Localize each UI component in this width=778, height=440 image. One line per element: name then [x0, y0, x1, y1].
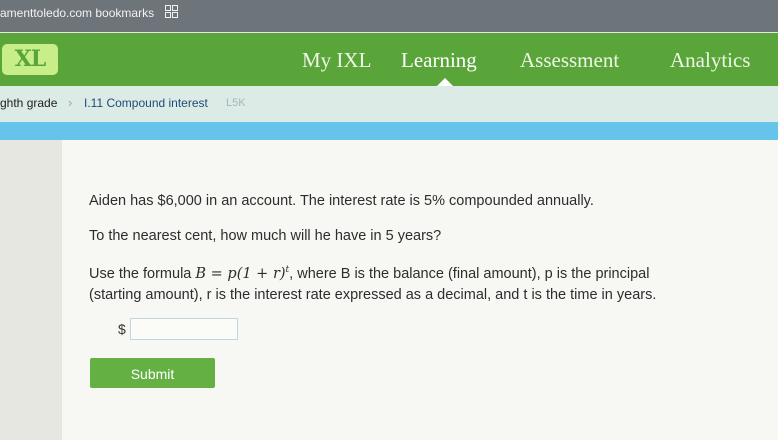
- question-prompt: To the nearest cent, how much will he ha…: [89, 228, 442, 244]
- submit-button[interactable]: Submit: [90, 358, 215, 388]
- grid-icon[interactable]: [165, 5, 178, 19]
- formula-main: B = p(1 + r): [195, 265, 286, 282]
- answer-input[interactable]: [130, 318, 238, 340]
- active-nav-indicator: [437, 78, 453, 86]
- top-navigation: XL My IXL Learning Assessment Analytics: [0, 33, 778, 86]
- bookmarks-bar: amenttoledo.com bookmarks: [0, 0, 778, 32]
- header-band: [0, 122, 778, 140]
- nav-my-ixl[interactable]: My IXL: [302, 48, 371, 73]
- formula-explanation: , where B is the balance (final amount),…: [289, 265, 650, 282]
- question-statement: Aiden has $6,000 in an account. The inte…: [89, 193, 594, 209]
- bookmarks-link[interactable]: amenttoledo.com bookmarks: [0, 6, 154, 20]
- formula-intro-text: Use the formula: [89, 265, 196, 282]
- nav-learning[interactable]: Learning: [401, 48, 477, 73]
- breadcrumb-grade[interactable]: ghth grade: [0, 96, 57, 110]
- skill-code: L5K: [226, 97, 246, 109]
- formula-instruction: Use the formula B = p(1 + r)t, where B i…: [89, 265, 649, 282]
- ixl-logo[interactable]: XL: [2, 44, 58, 75]
- formula-explanation-cont: (starting amount), r is the interest rat…: [89, 287, 657, 303]
- currency-symbol: $: [118, 321, 126, 337]
- nav-analytics[interactable]: Analytics: [670, 48, 750, 73]
- nav-assessment[interactable]: Assessment: [520, 48, 619, 73]
- formula: B = p(1 + r)t: [195, 265, 289, 282]
- chevron-right-icon: ›: [68, 95, 73, 110]
- breadcrumb: ghth grade › I.11 Compound interest L5K: [0, 86, 778, 122]
- breadcrumb-skill: I.11 Compound interest: [84, 96, 208, 110]
